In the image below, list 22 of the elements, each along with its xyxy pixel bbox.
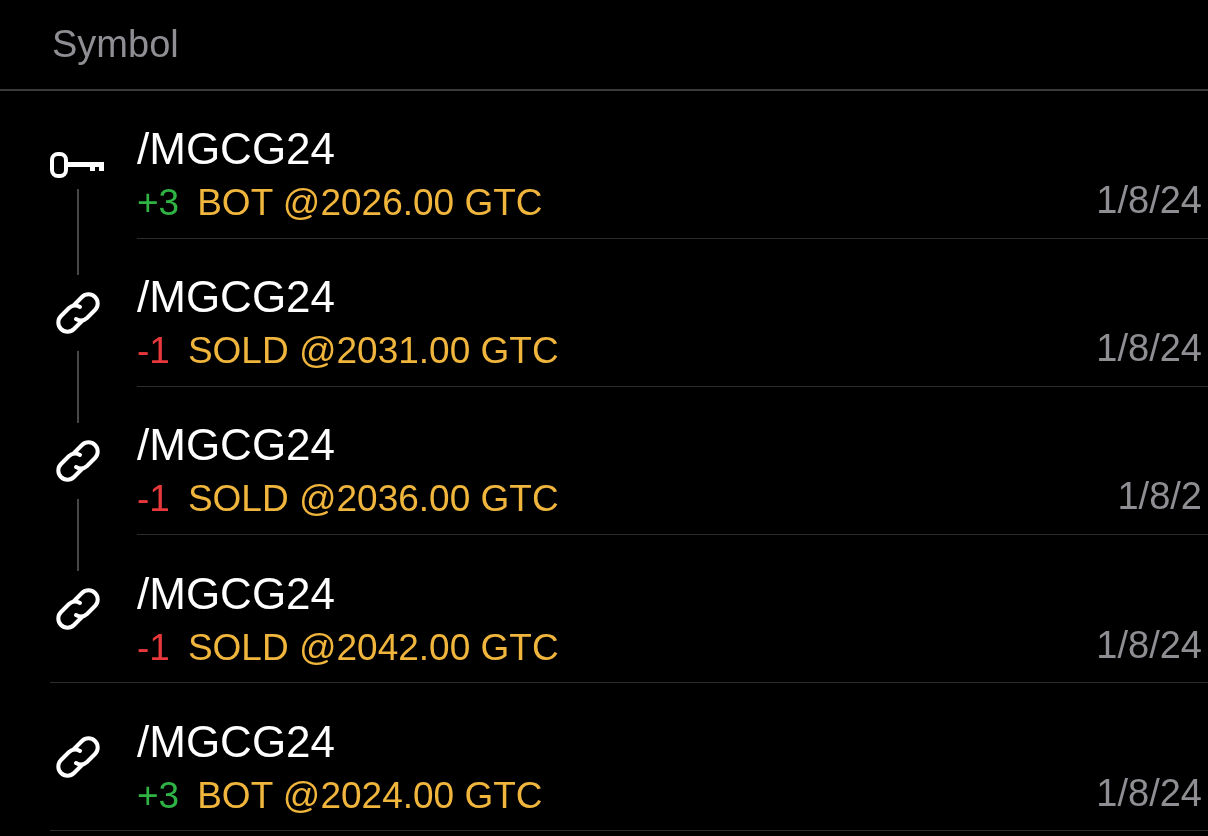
order-description: SOLD @2042.00 GTC	[187, 627, 559, 669]
order-description: BOT @2026.00 GTC	[197, 182, 543, 224]
order-symbol: /MGCG24	[137, 420, 337, 470]
order-description: BOT @2024.00 GTC	[197, 775, 543, 817]
order-symbol: /MGCG24	[137, 272, 337, 322]
order-date: 1/8/2	[1117, 475, 1203, 519]
key-icon	[49, 151, 106, 179]
order-date: 1/8/24	[1096, 327, 1203, 371]
order-quantity: -1	[137, 478, 170, 520]
order-quantity: -1	[137, 627, 170, 669]
order-date: 1/8/24	[1096, 179, 1203, 223]
order-symbol: /MGCG24	[137, 124, 337, 174]
column-header: Symbol	[52, 23, 179, 66]
order-symbol: /MGCG24	[137, 569, 337, 619]
order-symbol: /MGCG24	[137, 717, 337, 767]
order-description: SOLD @2031.00 GTC	[187, 330, 559, 372]
order-date: 1/8/24	[1096, 772, 1203, 816]
order-quantity: -1	[137, 330, 170, 372]
order-quantity: +3	[137, 775, 180, 817]
order-quantity: +3	[137, 182, 180, 224]
order-date: 1/8/24	[1096, 624, 1203, 668]
order-description: SOLD @2036.00 GTC	[187, 478, 559, 520]
